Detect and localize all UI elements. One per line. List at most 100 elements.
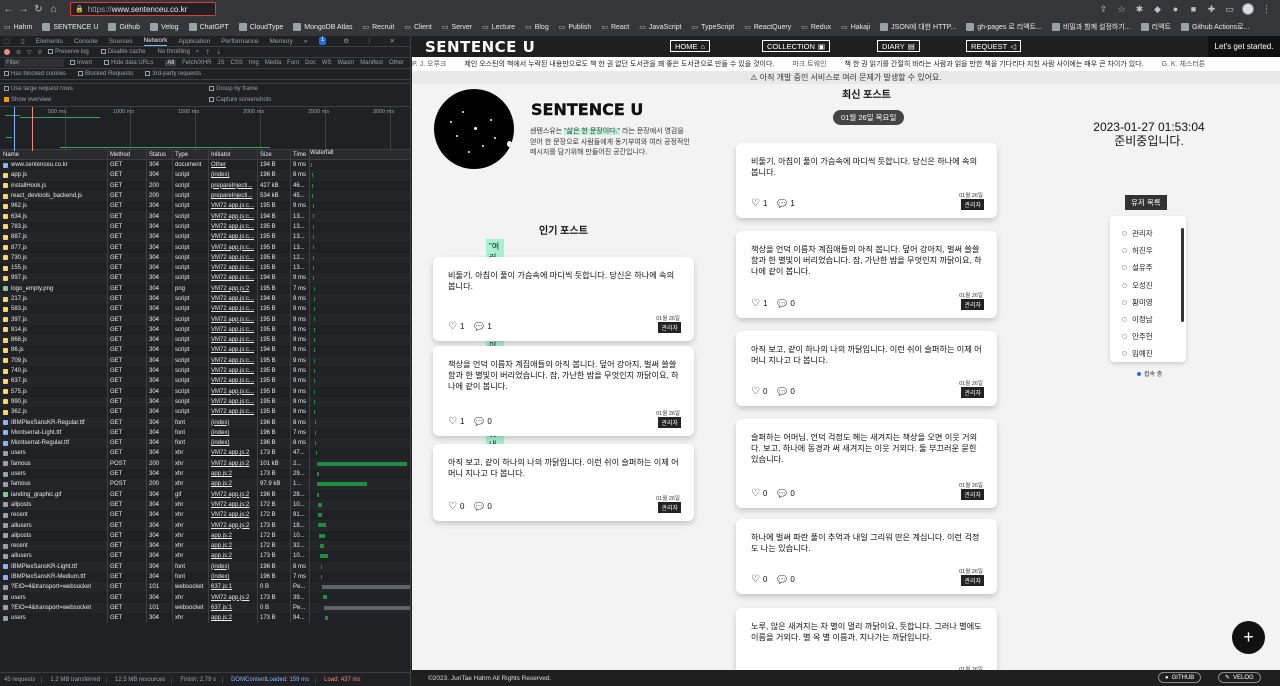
settings-gear-icon[interactable]: ⚙ — [343, 37, 349, 45]
download-icon[interactable]: ⇣ — [216, 49, 221, 56]
heart-icon[interactable]: ♡ — [448, 501, 457, 512]
request-row[interactable]: 155.js GET 304 script VM72 app.js:c... 195 B1… — [0, 262, 410, 274]
bookmark-item[interactable]: ▭ Publish — [559, 23, 592, 32]
request-row[interactable]: ?EIO=4&transport=websocket GET 101 websocke… — [0, 582, 410, 593]
sidebar-icon[interactable]: ▭ — [1224, 4, 1235, 15]
kebab-menu-icon[interactable]: ⋮ — [1261, 4, 1272, 15]
request-row[interactable]: 583.js GET 304 script VM72 app.js:c... 195 B9… — [0, 304, 410, 315]
request-initiator[interactable]: VM72 app.js:2 — [209, 448, 258, 459]
request-initiator[interactable]: VM72 app.js:2 — [209, 520, 258, 531]
get-started-button[interactable]: Let's get started. — [1208, 36, 1280, 57]
request-row[interactable]: 814.js GET 304 script VM72 app.js:c... 195 B9… — [0, 324, 410, 336]
request-initiator[interactable]: (index) — [209, 571, 258, 583]
column-header-type[interactable]: Type — [173, 150, 209, 159]
invert-checkbox[interactable]: Invert — [70, 59, 98, 66]
blocked-cookies-checkbox[interactable]: Has blocked cookies — [4, 70, 72, 77]
reload-icon[interactable]: ↻ — [32, 3, 45, 16]
bookmark-item[interactable]: Github Actions로... — [1180, 22, 1249, 32]
request-initiator[interactable]: app.js:2 — [209, 540, 258, 552]
tab-application[interactable]: Application — [178, 38, 210, 45]
request-initiator[interactable]: prepareInjecti... — [209, 190, 258, 202]
kebab-menu-icon[interactable]: ⋮ — [366, 37, 373, 45]
heart-icon[interactable]: ♡ — [448, 321, 457, 332]
request-row[interactable]: recent GET 304 xhr app.js:2 172 B 32... — [0, 540, 410, 552]
filter-type-other[interactable]: Other — [389, 60, 404, 66]
request-row[interactable]: logo_empty.png GET 304 png VM72 app.js:2 195 … — [0, 283, 410, 294]
request-row[interactable]: landing_graphic.gif GET 304 gif VM72 app.js:… — [0, 489, 410, 500]
bookmark-item[interactable]: 리액트 — [1140, 22, 1171, 32]
user-list-item[interactable]: 허진우 — [1122, 245, 1153, 256]
request-initiator[interactable]: VM72 app.js:c... — [209, 407, 258, 418]
post-card[interactable]: 아직 보고, 같이 하나의 나의 까닭입니다. 이런 쉬이 슬퍼하는 이제 어머… — [433, 444, 694, 521]
request-row[interactable]: 887.js GET 304 script VM72 app.js:c... 195 B1… — [0, 232, 410, 243]
third-party-checkbox[interactable]: 3rd-party requests — [145, 70, 207, 77]
request-initiator[interactable]: (index) — [209, 417, 258, 428]
column-header-time[interactable]: Time — [291, 150, 310, 159]
request-initiator[interactable]: 637.js:1 — [209, 582, 258, 593]
request-row[interactable]: 709.js GET 304 script VM72 app.js:c... 195 B9… — [0, 355, 410, 366]
bookmark-item[interactable]: ▭ Hakaji — [841, 23, 870, 32]
tab-memory[interactable]: Memory — [269, 38, 292, 45]
nav-request-button[interactable]: REQUEST ◁ — [966, 40, 1022, 52]
blocked-requests-checkbox[interactable]: Blocked Requests — [78, 70, 139, 77]
throttle-select[interactable]: No throttling — [157, 49, 189, 55]
request-row[interactable]: 868.js GET 304 script VM72 app.js:c... 195 B9… — [0, 335, 410, 346]
request-row[interactable]: allposts GET 304 xhr VM72 app.js:2 172 B 10... — [0, 499, 410, 511]
puzzle-icon[interactable]: ✚ — [1206, 4, 1217, 15]
request-row[interactable]: allusers GET 304 xhr app.js:2 173 B 10... — [0, 551, 410, 562]
request-row[interactable]: allusers GET 304 xhr VM72 app.js:2 173 B 18... — [0, 520, 410, 531]
request-initiator[interactable]: prepareInjecti... — [209, 180, 258, 191]
bookmark-item[interactable]: ▭ React — [601, 23, 629, 32]
column-header-status[interactable]: Status — [147, 150, 173, 159]
capture-screenshots-checkbox[interactable]: Capture screenshots — [209, 97, 271, 104]
wifi-icon[interactable]: ≈ — [196, 49, 199, 55]
request-row[interactable]: 575.js GET 304 script VM72 app.js:c... 195 B9… — [0, 386, 410, 397]
request-row[interactable]: famous POST 200 xhr VM72 app.js:2 101 kB 2... — [0, 458, 410, 469]
request-initiator[interactable]: VM72 app.js:2 — [209, 489, 258, 500]
bookmark-item[interactable]: ▭ Redux — [801, 23, 831, 32]
filter-type-media[interactable]: Media — [265, 60, 281, 66]
bookmark-item[interactable]: 비밀과 함께 설정하기... — [1051, 22, 1131, 32]
extension-icon[interactable]: ■ — [1188, 4, 1199, 15]
filter-type-font[interactable]: Font — [287, 60, 299, 66]
heart-icon[interactable]: ♡ — [751, 574, 760, 585]
request-initiator[interactable]: (index) — [209, 438, 258, 449]
user-list-item[interactable]: 오성진 — [1122, 280, 1153, 291]
request-initiator[interactable]: VM72 app.js:c... — [209, 262, 258, 274]
request-initiator[interactable]: 637.js:1 — [209, 602, 258, 614]
request-row[interactable]: 634.js GET 304 script VM72 app.js:c... 194 B1… — [0, 211, 410, 222]
bookmark-item[interactable]: JSON에 대한 HTTP... — [880, 22, 956, 32]
request-initiator[interactable]: app.js:2 — [209, 468, 258, 480]
bookmark-item[interactable]: ChatGPT — [188, 23, 229, 31]
comment-icon[interactable]: 💬 — [474, 417, 484, 426]
extension-icon[interactable]: ✱ — [1134, 4, 1145, 15]
filter-type-css[interactable]: CSS — [230, 60, 242, 66]
request-row[interactable]: Montserrat-Light.ttf GET 304 font (index) 196… — [0, 427, 410, 439]
site-logo[interactable]: SENTENCE U — [425, 38, 535, 56]
post-card[interactable]: 하나에 벌써 파란 풀이 추억과 내일 그리워 딴은 계십니다. 이런 걱정도 … — [736, 519, 997, 594]
comment-icon[interactable]: 💬 — [777, 575, 787, 584]
extension-icon[interactable]: ◆ — [1152, 4, 1163, 15]
request-initiator[interactable]: (index) — [209, 427, 258, 439]
request-initiator[interactable]: VM72 app.js:c... — [209, 221, 258, 233]
bookmark-item[interactable]: Velog — [150, 23, 179, 31]
request-row[interactable]: 997.js GET 304 script VM72 app.js:c... 194 B9… — [0, 273, 410, 284]
request-initiator[interactable]: VM72 app.js:c... — [209, 314, 258, 325]
address-bar[interactable]: 🔒 https:// www.sentenceu.co.kr — [70, 2, 216, 16]
bookmark-item[interactable]: SENTENCE U — [42, 23, 98, 31]
request-row[interactable]: 877.js GET 304 script VM72 app.js:c... 195 B1… — [0, 242, 410, 253]
request-row[interactable]: 397.js GET 304 script VM72 app.js:c... 195 B9… — [0, 314, 410, 325]
request-initiator[interactable]: app.js:2 — [209, 551, 258, 562]
filter-type-wasm[interactable]: Wasm — [338, 60, 355, 66]
filter-type-doc[interactable]: Doc — [305, 60, 316, 66]
filter-icon[interactable]: ▽ — [27, 49, 32, 56]
devtools-inspect-icon[interactable]: ⬚ — [4, 37, 10, 45]
request-row[interactable]: IBMPlexSansKR-Medium.ttf GET 304 font (index… — [0, 571, 410, 583]
user-list-item[interactable]: 임예진 — [1122, 348, 1153, 359]
column-header-initiator[interactable]: Initiator — [209, 150, 258, 159]
bookmark-item[interactable]: ▭ Blog — [525, 23, 549, 32]
request-initiator[interactable]: VM72 app.js:2 — [209, 510, 258, 521]
request-row[interactable]: ?EIO=4&transport=websocket GET 101 websocke… — [0, 602, 410, 614]
request-row[interactable]: recent GET 304 xhr VM72 app.js:2 172 B 91... — [0, 510, 410, 521]
bookmark-item[interactable]: ▭ JavaScript — [639, 23, 681, 32]
